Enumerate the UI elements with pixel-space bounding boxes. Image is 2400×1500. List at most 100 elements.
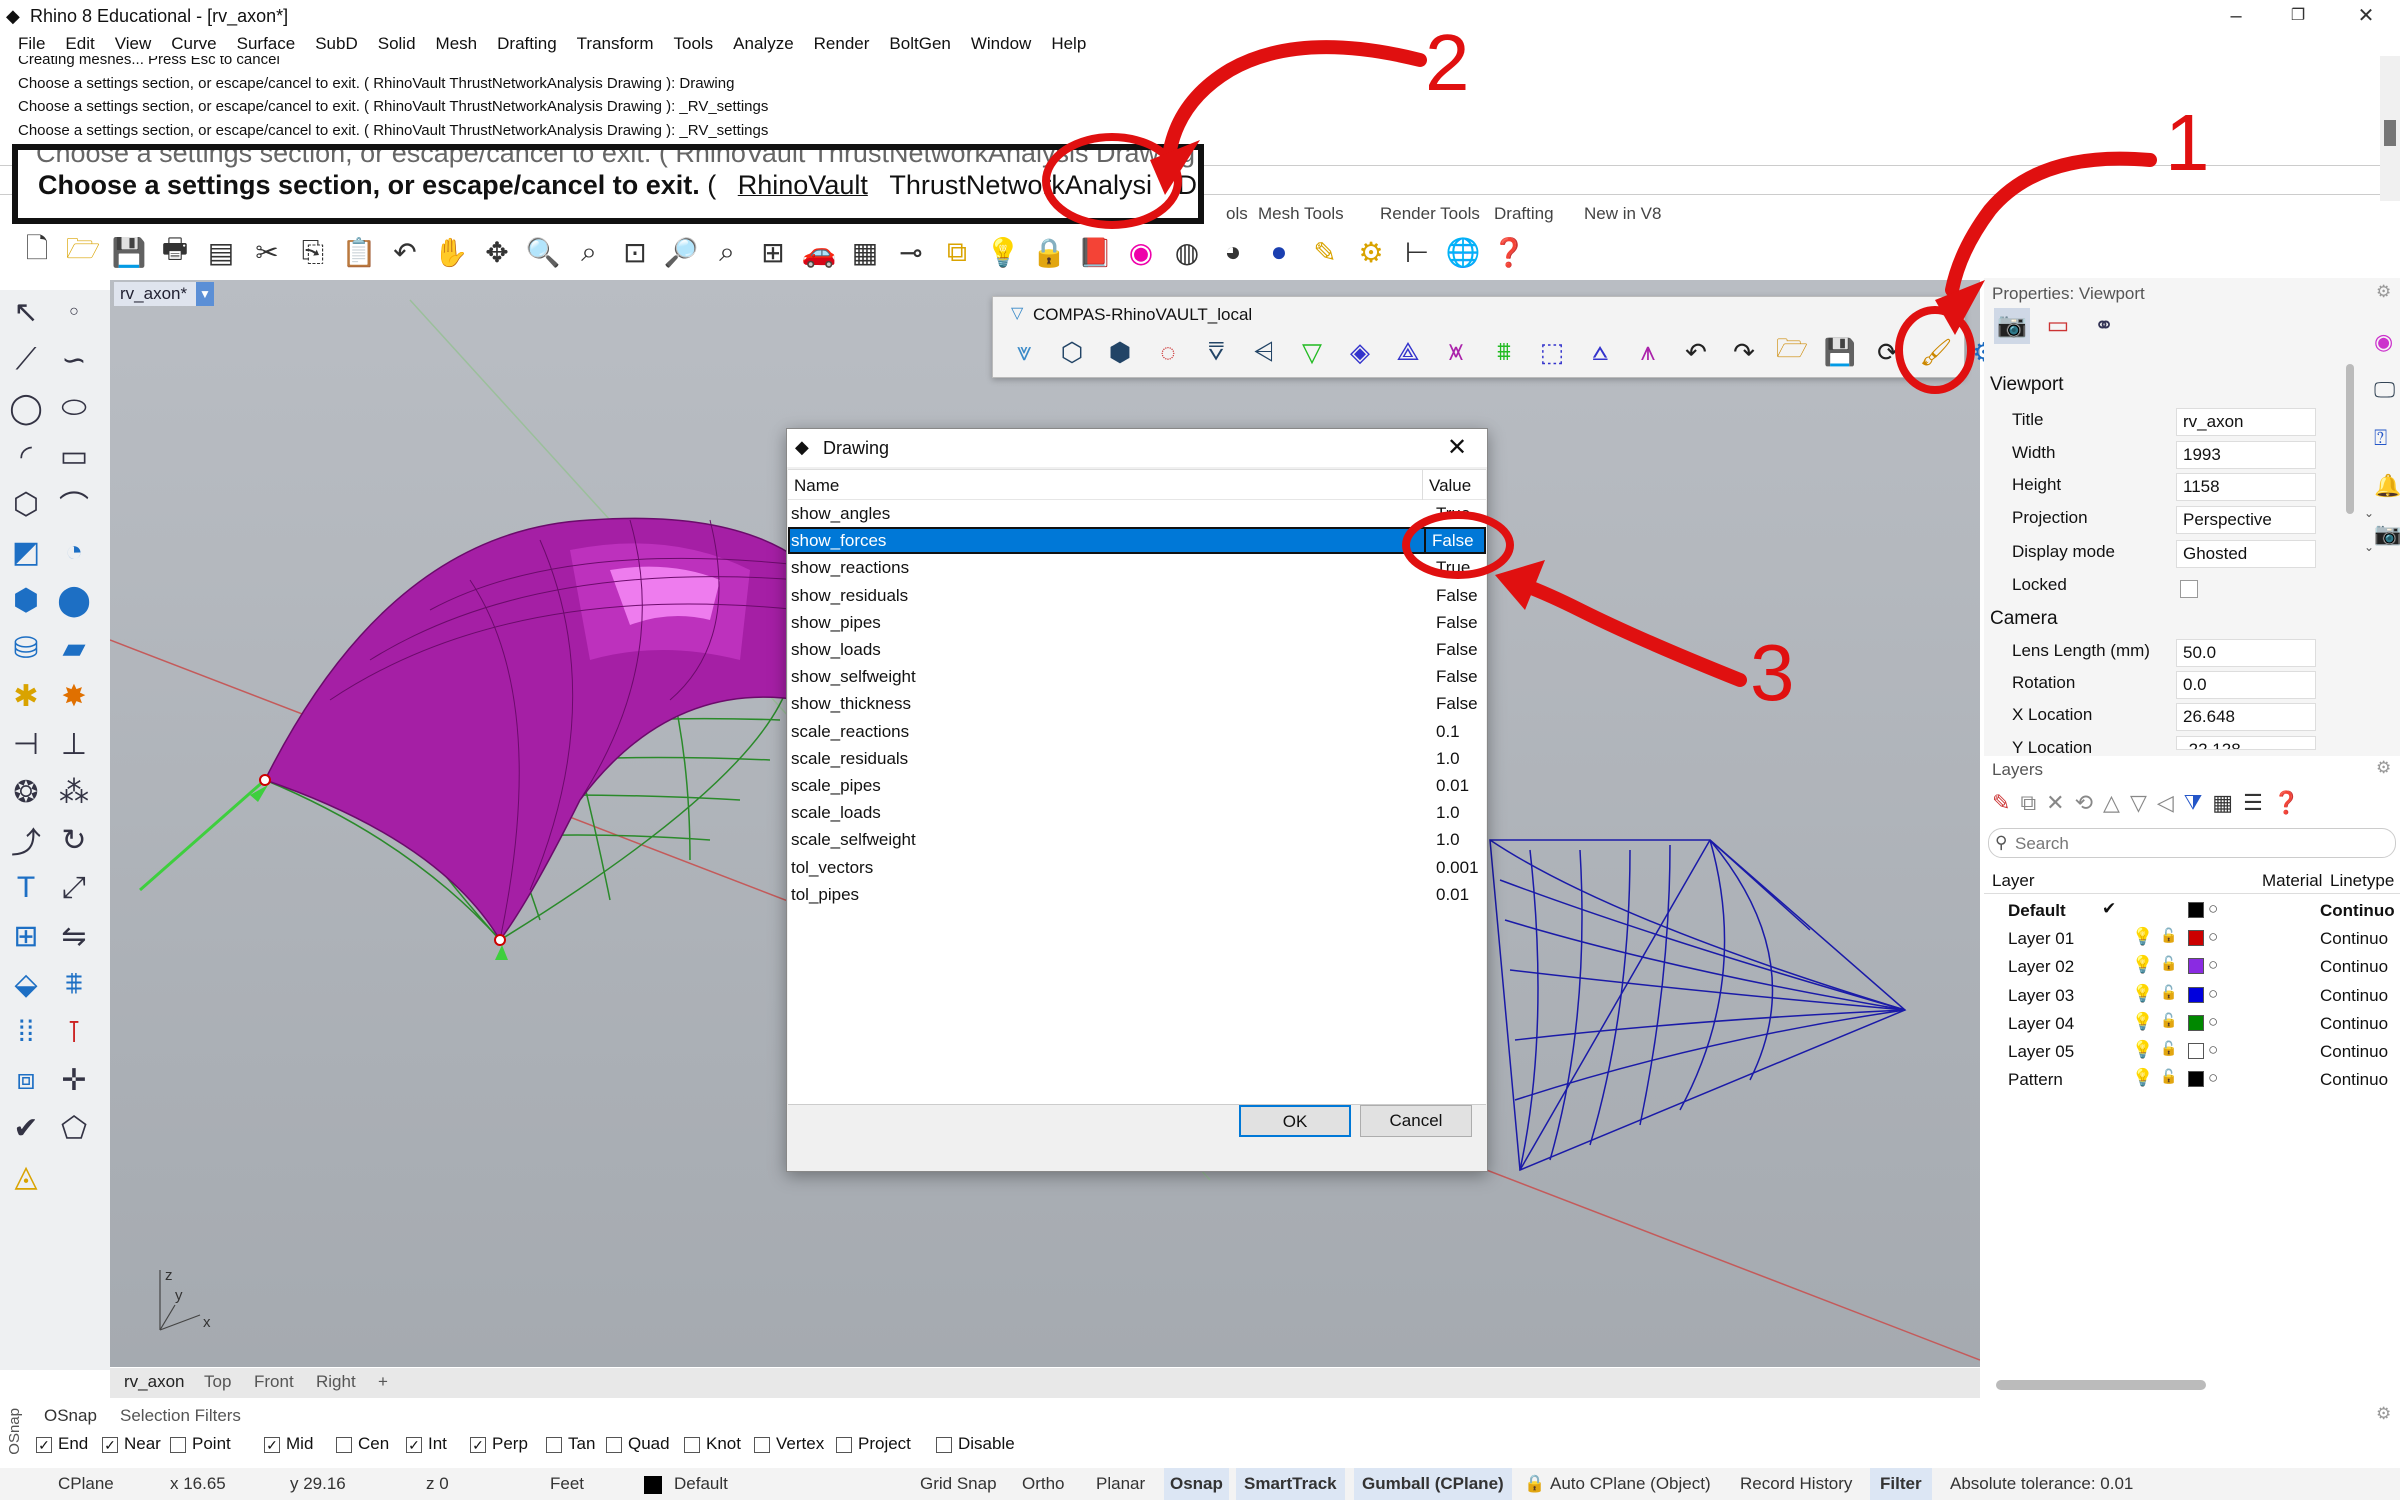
help-panel-icon[interactable]: ⍰ xyxy=(2374,414,2396,462)
cancel-button[interactable]: Cancel xyxy=(1360,1105,1472,1137)
layer-search-input[interactable]: ⚲ Search xyxy=(1988,828,2396,858)
menu-transform[interactable]: Transform xyxy=(577,34,654,54)
layer-row[interactable]: Layer 05 💡 🔓 ○ Continuo xyxy=(1984,1037,2400,1065)
rotation-field[interactable]: 0.0 xyxy=(2176,671,2316,699)
osnap-near[interactable]: ✓ Near xyxy=(102,1434,161,1454)
layer-linetype[interactable]: Continuo xyxy=(2320,929,2388,949)
osnap-checkbox[interactable]: ✓ xyxy=(470,1436,486,1453)
rv-pattern-grid-icon[interactable]: ⬢ xyxy=(1099,331,1141,373)
column-value-header[interactable]: Value xyxy=(1429,476,1471,496)
new-file-icon[interactable]: 🗋 xyxy=(16,231,58,273)
status-osnap[interactable]: Osnap xyxy=(1164,1468,1229,1500)
save-icon[interactable]: 💾 xyxy=(108,231,150,273)
delete-layer-icon[interactable]: ✕ xyxy=(2046,790,2074,815)
polyline-icon[interactable]: ⟋ xyxy=(4,338,48,382)
tab-render-tools[interactable]: Render Tools xyxy=(1380,204,1480,224)
setting-row-scale-selfweight[interactable]: scale_selfweight 1.0 xyxy=(788,826,1486,853)
light-bulb-icon[interactable]: 💡 xyxy=(982,231,1024,273)
setting-value[interactable]: 1.0 xyxy=(1436,745,1460,772)
new-layer-icon[interactable]: ✎ xyxy=(1992,790,2020,815)
close-window-button[interactable]: ✕ xyxy=(2336,0,2396,32)
menu-tools[interactable]: Tools xyxy=(673,34,713,54)
height-field[interactable]: 1158 xyxy=(2176,473,2316,501)
menu-surface[interactable]: Surface xyxy=(237,34,296,54)
rv-supports-icon[interactable]: ⩢ xyxy=(1195,331,1237,373)
zoom-extents-icon[interactable]: ⊡ xyxy=(614,231,656,273)
ungroup-icon[interactable]: ⁂ xyxy=(52,770,96,814)
unlock-icon[interactable]: 🔓 xyxy=(2160,1068,2177,1085)
unlock-icon[interactable]: 🔓 xyxy=(2160,955,2177,972)
material-circle-icon[interactable]: ○ xyxy=(2208,899,2218,919)
four-viewports-icon[interactable]: ⊞ xyxy=(752,231,794,273)
flow-icon[interactable]: ⩨ xyxy=(52,962,96,1006)
command-scrollbar[interactable] xyxy=(2380,56,2400,201)
tab-front[interactable]: Front xyxy=(254,1372,294,1392)
point-icon[interactable]: ○ xyxy=(52,290,96,334)
rv-horizontal-icon[interactable]: ⟁ xyxy=(1387,331,1429,373)
osnap-checkbox[interactable] xyxy=(546,1436,562,1453)
car-icon[interactable]: 🚗 xyxy=(798,231,840,273)
layer-row[interactable]: Layer 04 💡 🔓 ○ Continuo xyxy=(1984,1009,2400,1037)
unlock-icon[interactable]: 🔓 xyxy=(2160,984,2177,1001)
rv-pattern-icon[interactable]: ⬡ xyxy=(1051,331,1093,373)
print-icon[interactable]: 🖶 xyxy=(154,231,196,273)
setting-value[interactable]: 1.0 xyxy=(1436,826,1460,853)
paint-icon[interactable]: ◬ xyxy=(4,1154,48,1198)
osnap-checkbox[interactable] xyxy=(170,1436,186,1453)
grid-array-icon[interactable]: ⁞⁞ xyxy=(4,1010,48,1054)
rv-form-icon[interactable]: ▽ xyxy=(1291,331,1333,373)
x-location-field[interactable]: 26.648 xyxy=(2176,703,2316,731)
setting-row-show-pipes[interactable]: show_pipes False xyxy=(788,609,1486,636)
shapes-icon[interactable]: ⧉ xyxy=(936,231,978,273)
column-name-header[interactable]: Name xyxy=(794,476,839,496)
globe-icon[interactable]: 🌐 xyxy=(1442,231,1484,273)
cplane-icon[interactable]: ⊸ xyxy=(890,231,932,273)
osnap-tan[interactable]: Tan xyxy=(546,1434,595,1454)
menu-help[interactable]: Help xyxy=(1051,34,1086,54)
settings-gears-icon[interactable]: ⚙ xyxy=(1350,231,1392,273)
material-circle-icon[interactable]: ○ xyxy=(2208,1068,2218,1088)
color-wheel-icon[interactable]: ◉ xyxy=(1120,231,1162,273)
rv-init-icon[interactable]: ⩔ xyxy=(1003,331,1045,373)
status-grid-snap[interactable]: Grid Snap xyxy=(920,1474,997,1494)
menu-file[interactable]: File xyxy=(18,34,45,54)
setting-row-show-residuals[interactable]: show_residuals False xyxy=(788,582,1486,609)
display-mode-dropdown-icon[interactable]: ⌄ xyxy=(2364,540,2374,554)
layer-color-swatch[interactable] xyxy=(2188,958,2204,975)
material-circle-icon[interactable]: ○ xyxy=(2208,955,2218,975)
layer-name[interactable]: Layer 03 xyxy=(2008,986,2074,1006)
setting-row-show-forces[interactable]: show_forces False xyxy=(788,527,1486,555)
rotate-icon[interactable]: ↻ xyxy=(52,818,96,862)
tab-osnap[interactable]: OSnap xyxy=(44,1406,97,1426)
setting-row-show-thickness[interactable]: show_thickness False xyxy=(788,690,1486,717)
camera-icon[interactable]: 📷 xyxy=(1994,308,2030,344)
explode-icon[interactable]: ✸ xyxy=(52,674,96,718)
status-ortho[interactable]: Ortho xyxy=(1022,1474,1065,1494)
unlock-icon[interactable]: 🔓 xyxy=(2160,927,2177,944)
pan-icon[interactable]: ✋ xyxy=(430,231,472,273)
status-gumball[interactable]: Gumball (CPlane) xyxy=(1354,1468,1512,1500)
undo-icon[interactable]: ↶ xyxy=(384,231,426,273)
rv-relax-icon[interactable]: ⩤ xyxy=(1243,331,1285,373)
status-filter[interactable]: Filter xyxy=(1870,1468,1932,1500)
rv-modify-form-icon[interactable]: ⩩ xyxy=(1483,331,1525,373)
layer-name[interactable]: Layer 05 xyxy=(2008,1042,2074,1062)
layer-menu-icon[interactable]: ☰ xyxy=(2243,790,2273,815)
menu-solid[interactable]: Solid xyxy=(378,34,416,54)
layer-linetype[interactable]: Continuo xyxy=(2320,1014,2388,1034)
curve-icon[interactable]: ∽ xyxy=(52,338,96,382)
redo-arrow-icon[interactable]: ↷ xyxy=(1723,331,1765,373)
layer-name[interactable]: Layer 01 xyxy=(2008,929,2074,949)
zoom-selected-icon[interactable]: 🔎 xyxy=(660,231,702,273)
cylinder-icon[interactable]: ⛁ xyxy=(4,626,48,670)
dialog-close-button[interactable]: ✕ xyxy=(1447,433,1467,462)
properties-scrollbar[interactable] xyxy=(2346,364,2354,514)
osnap-vertex[interactable]: Vertex xyxy=(754,1434,824,1454)
projection-select[interactable]: Perspective xyxy=(2176,506,2316,534)
panel-settings-icon[interactable]: ⚙ xyxy=(2376,282,2391,302)
osnap-checkbox[interactable] xyxy=(936,1436,952,1453)
puzzle-icon[interactable]: ✱ xyxy=(4,674,48,718)
rv-modify-force-icon[interactable]: ⬚ xyxy=(1531,331,1573,373)
mesh-plane-icon[interactable]: ▰ xyxy=(52,626,96,670)
rv-save-icon[interactable]: 💾 xyxy=(1819,331,1861,373)
